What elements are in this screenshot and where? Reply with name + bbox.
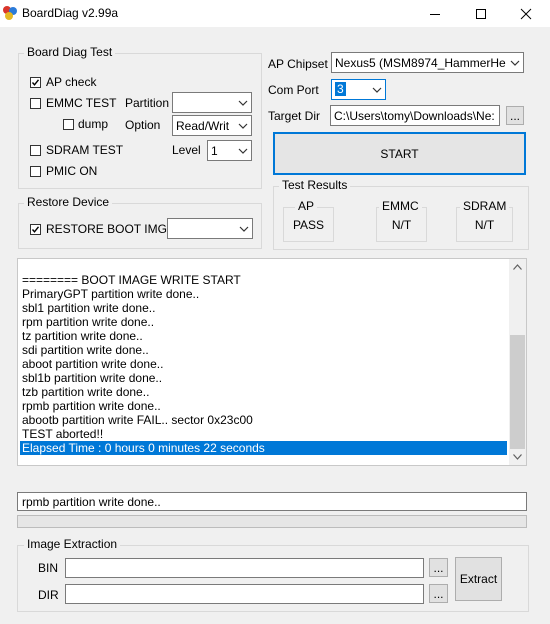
level-combo[interactable]: 1 xyxy=(207,140,252,161)
log-line[interactable]: rpm partition write done.. xyxy=(22,315,154,329)
log-line[interactable]: tz partition write done.. xyxy=(22,329,143,343)
scroll-down-icon[interactable] xyxy=(513,454,522,460)
maximize-icon xyxy=(476,8,486,19)
result-ap-value: PASS xyxy=(292,218,325,232)
log-line[interactable]: tzb partition write done.. xyxy=(22,385,149,399)
app-icon xyxy=(3,6,17,20)
result-emmc-label: EMMC xyxy=(379,199,422,213)
log-listbox[interactable]: ======== BOOT IMAGE WRITE START PrimaryGP… xyxy=(17,258,527,466)
pmic-on-label: PMIC ON xyxy=(46,164,98,178)
log-line[interactable]: Elapsed Time : 0 hours 0 minutes 22 seco… xyxy=(20,441,507,455)
chevron-down-icon xyxy=(510,60,520,66)
log-line[interactable]: PrimaryGPT partition write done.. xyxy=(22,287,199,301)
scroll-up-icon[interactable] xyxy=(513,264,522,270)
window-title: BoardDiag v2.99a xyxy=(22,6,119,20)
status-text: rpmb partition write done.. xyxy=(22,495,161,509)
log-line[interactable]: sdi partition write done.. xyxy=(22,343,149,357)
extract-button[interactable]: Extract xyxy=(455,557,502,601)
dir-field[interactable] xyxy=(65,584,424,604)
title-bar: BoardDiag v2.99a xyxy=(0,0,550,27)
restore-device-legend: Restore Device xyxy=(24,195,113,209)
restore-boot-label: RESTORE BOOT IMG xyxy=(46,222,167,236)
option-label: Option xyxy=(125,118,161,132)
level-label: Level xyxy=(172,143,201,157)
partition-combo[interactable] xyxy=(172,92,252,113)
level-value: 1 xyxy=(211,144,218,158)
target-dir-value: C:\Users\tomy\Downloads\Ne: xyxy=(334,109,495,123)
ap-chipset-combo[interactable]: Nexus5 (MSM8974_HammerHe xyxy=(331,52,524,73)
result-sdram-label: SDRAM xyxy=(460,199,510,213)
ap-check-label: AP check xyxy=(46,75,97,89)
log-scroll-thumb[interactable] xyxy=(510,335,525,449)
image-extraction-legend: Image Extraction xyxy=(24,537,121,551)
start-button[interactable]: START xyxy=(273,132,526,175)
target-dir-browse-button[interactable]: ... xyxy=(506,106,524,125)
sdram-test-label: SDRAM TEST xyxy=(46,143,124,157)
chevron-down-icon xyxy=(239,226,249,232)
chevron-down-icon xyxy=(372,87,382,93)
log-line[interactable]: TEST aborted!! xyxy=(22,427,103,441)
chevron-down-icon xyxy=(238,148,248,154)
option-combo[interactable]: Read/Writ xyxy=(172,115,252,136)
chevron-down-icon xyxy=(238,123,248,129)
log-line[interactable]: aboot partition write done.. xyxy=(22,357,163,371)
dir-browse-button[interactable]: ... xyxy=(429,584,448,603)
board-diag-legend: Board Diag Test xyxy=(24,45,116,59)
sdram-test-checkbox[interactable] xyxy=(30,145,41,156)
status-field[interactable]: rpmb partition write done.. xyxy=(17,492,527,511)
emmc-test-label: EMMC TEST xyxy=(46,96,117,110)
checkmark-icon xyxy=(31,226,40,233)
ap-check-checkbox[interactable] xyxy=(30,77,41,88)
chevron-down-icon xyxy=(238,100,248,106)
log-line[interactable]: abootb partition write FAIL.. sector 0x2… xyxy=(22,413,253,427)
target-dir-field[interactable]: C:\Users\tomy\Downloads\Ne: xyxy=(330,105,500,126)
option-value: Read/Writ xyxy=(176,119,230,133)
minimize-icon xyxy=(430,13,440,15)
result-sdram-value: N/T xyxy=(474,218,495,232)
com-port-label: Com Port xyxy=(268,83,319,97)
emmc-test-checkbox[interactable] xyxy=(30,98,41,109)
com-port-value: 3 xyxy=(335,82,346,96)
partition-label: Partition xyxy=(125,96,170,110)
bin-label: BIN xyxy=(38,561,59,575)
bin-field[interactable] xyxy=(65,558,424,578)
maximize-button[interactable] xyxy=(458,0,504,27)
restore-combo[interactable] xyxy=(167,218,253,239)
log-scrollbar[interactable] xyxy=(509,259,526,465)
target-dir-label: Target Dir xyxy=(268,109,321,123)
dump-checkbox[interactable] xyxy=(63,119,74,130)
dump-label: dump xyxy=(78,117,109,131)
minimize-button[interactable] xyxy=(412,0,458,27)
close-button[interactable] xyxy=(503,0,549,27)
close-icon xyxy=(520,8,532,19)
ap-chipset-value: Nexus5 (MSM8974_HammerHe xyxy=(335,56,506,70)
result-emmc-value: N/T xyxy=(391,218,412,232)
log-line[interactable]: sbl1b partition write done.. xyxy=(22,371,162,385)
ap-chipset-label: AP Chipset xyxy=(268,57,328,71)
log-line[interactable]: sbl1 partition write done.. xyxy=(22,301,155,315)
bin-browse-button[interactable]: ... xyxy=(429,558,448,577)
log-line[interactable]: ======== BOOT IMAGE WRITE START xyxy=(22,273,241,287)
restore-boot-checkbox[interactable] xyxy=(30,224,41,235)
checkmark-icon xyxy=(31,79,40,86)
log-line[interactable]: rpmb partition write done.. xyxy=(22,399,161,413)
result-ap-label: AP xyxy=(295,199,318,213)
progress-bar xyxy=(17,515,527,528)
com-port-combo[interactable]: 3 xyxy=(331,79,386,100)
pmic-on-checkbox[interactable] xyxy=(30,166,41,177)
dir-label: DIR xyxy=(38,588,59,602)
test-results-legend: Test Results xyxy=(279,178,351,192)
